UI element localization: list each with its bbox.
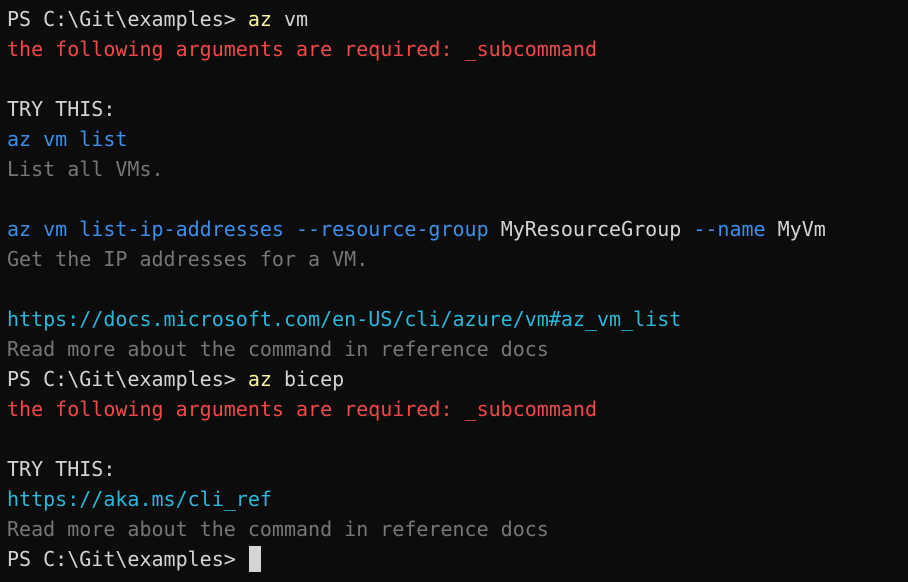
prompt: PS C:\Git\examples>: [7, 7, 248, 31]
text-cursor[interactable]: [248, 546, 261, 572]
suggestion-description: Get the IP addresses for a VM.: [7, 247, 369, 271]
try-this-label: TRY THIS:: [7, 97, 116, 121]
docs-link-description: Read more about the command in reference…: [7, 337, 549, 361]
command-args: vm: [271, 7, 309, 31]
error-message: the following arguments are required: _s…: [7, 37, 598, 61]
suggestion-placeholder-value: MyResourceGroup: [500, 217, 682, 241]
command-exe: az: [247, 7, 272, 31]
error-message: the following arguments are required: _s…: [7, 397, 598, 421]
docs-link[interactable]: https://docs.microsoft.com/en-US/cli/azu…: [7, 304, 908, 334]
input-line[interactable]: PS C:\Git\examples>: [7, 544, 908, 574]
suggestion-command-part: --name: [681, 217, 778, 241]
suggestion-placeholder-value: MyVm: [777, 217, 826, 241]
suggestion-command-part: az vm list-ip-addresses --resource-group: [7, 217, 501, 241]
command-exe: az: [247, 367, 272, 391]
docs-link-description: Read more about the command in reference…: [7, 517, 549, 541]
command-args: bicep: [271, 367, 345, 391]
command-line: PS C:\Git\examples> az bicep: [7, 364, 908, 394]
suggestion-description: List all VMs.: [7, 157, 164, 181]
suggestion-command: az vm list-ip-addresses --resource-group…: [7, 214, 908, 244]
suggestion-command: az vm list: [7, 127, 128, 151]
try-this-label: TRY THIS:: [7, 457, 116, 481]
docs-link[interactable]: https://aka.ms/cli_ref: [7, 484, 908, 514]
command-line: PS C:\Git\examples> az vm: [7, 4, 908, 34]
prompt: PS C:\Git\examples>: [7, 547, 248, 571]
terminal-window[interactable]: PS C:\Git\examples> az vm the following …: [0, 0, 908, 582]
prompt: PS C:\Git\examples>: [7, 367, 248, 391]
